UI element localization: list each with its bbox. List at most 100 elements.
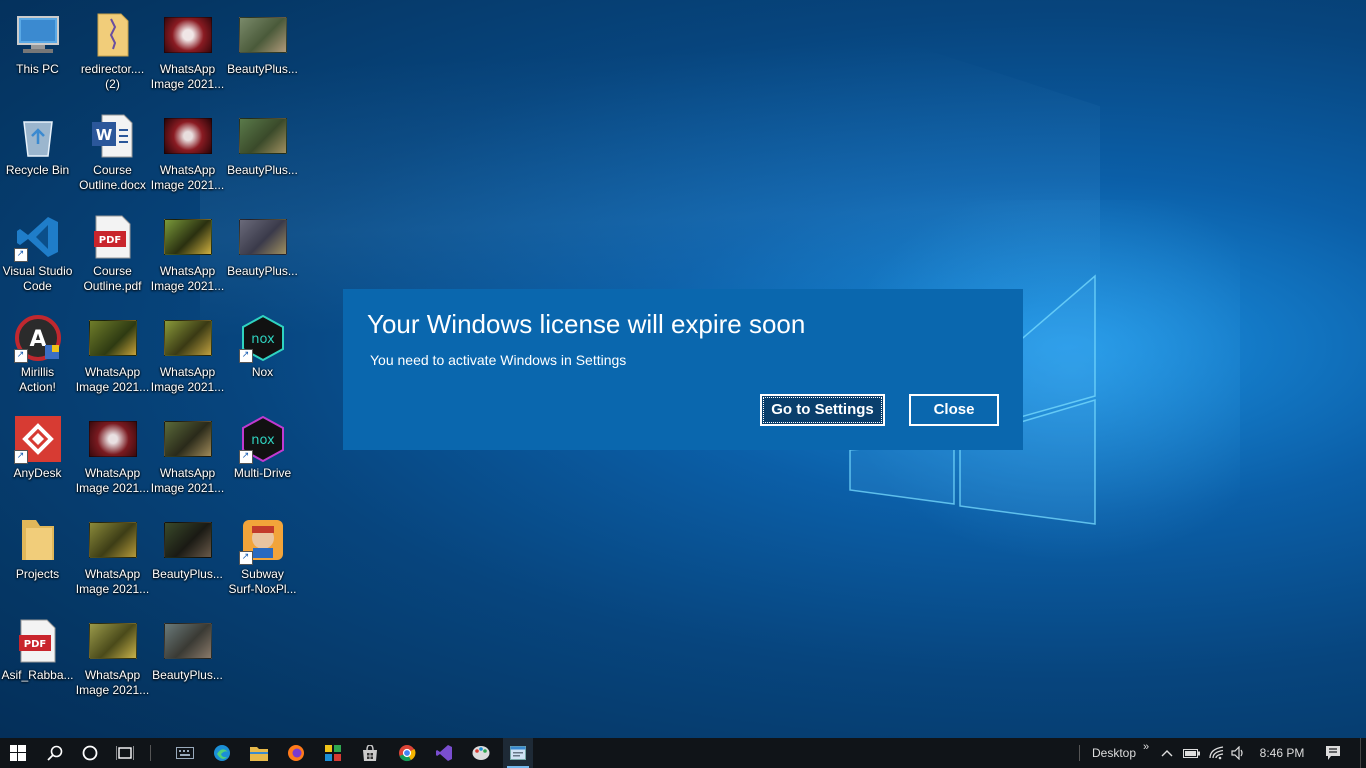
desktop-icon-redirector[interactable]: redirector.... (2) (75, 4, 150, 104)
image-thumbnail-icon (88, 618, 137, 664)
desktop-icon-label: BeautyPlus... (227, 163, 298, 177)
task-view-button[interactable] (108, 738, 142, 768)
clock[interactable]: 8:46 PM (1254, 738, 1310, 768)
desktop-icon-nox[interactable]: nox ↗ Nox (225, 307, 300, 407)
taskbar: Desktop » 8:46 PM (0, 738, 1366, 768)
desktop-icon-recycle-bin[interactable]: Recycle Bin (0, 105, 75, 205)
image-thumbnail-icon (163, 416, 212, 462)
desktop-icon-beautyplus[interactable]: BeautyPlus... (150, 509, 225, 609)
desktop-icon-course-outline-pdf[interactable]: PDF Course Outline.pdf (75, 206, 150, 306)
desktop-icon-label: BeautyPlus... (227, 264, 298, 278)
desktop-icon-whatsapp-image[interactable]: WhatsApp Image 2021... (75, 509, 150, 609)
mirillis-action-icon: A ↗ (13, 315, 62, 363)
close-button[interactable]: Close (909, 394, 999, 426)
desktop-icon-projects[interactable]: Projects (0, 509, 75, 609)
image-thumbnail-icon (238, 113, 287, 159)
computer-icon (14, 12, 62, 58)
battery-icon (1183, 749, 1200, 758)
file-explorer-button[interactable] (244, 738, 274, 768)
start-button[interactable] (0, 738, 36, 768)
pdf-icon: PDF (89, 214, 137, 260)
desktop-icon-mirillis-action[interactable]: A ↗ Mirillis Action! (0, 307, 75, 407)
desktop-icon-label: Nox (251, 365, 274, 379)
desktop-icon-beautyplus[interactable]: BeautyPlus... (225, 105, 300, 205)
desktop-icon-label: Course Outline.pdf (83, 264, 142, 293)
paint-icon (472, 746, 490, 760)
taskbar-separator (148, 738, 152, 768)
desktop-icon-label: WhatsApp Image 2021... (150, 62, 225, 91)
firefox-button[interactable] (281, 738, 311, 768)
desktop-icon-label: Asif_Rabba... (1, 668, 74, 682)
recycle-bin-icon (14, 113, 62, 159)
svg-text:nox: nox (251, 433, 275, 448)
paint-button[interactable] (466, 738, 496, 768)
desktop-icon-asif-pdf[interactable]: PDF Asif_Rabba... (0, 610, 75, 710)
active-window-button[interactable] (503, 738, 533, 768)
desktop-icon-anydesk[interactable]: ↗ AnyDesk (0, 408, 75, 508)
svg-text:nox: nox (251, 332, 275, 347)
image-thumbnail-icon (163, 315, 212, 361)
desktop-icon-vscode[interactable]: ↗ Visual Studio Code (0, 206, 75, 306)
desktop-icon-whatsapp-image[interactable]: WhatsApp Image 2021... (75, 610, 150, 710)
dialog-message: You need to activate Windows in Settings (370, 352, 627, 368)
volume-button[interactable] (1228, 738, 1250, 768)
desktop-icon-subway-surf[interactable]: ↗ Subway Surf-NoxPl... (225, 509, 300, 609)
chrome-button[interactable] (392, 738, 422, 768)
desktop-icon-whatsapp-image[interactable]: WhatsApp Image 2021... (75, 307, 150, 407)
notification-icon (1326, 746, 1340, 760)
wifi-button[interactable] (1206, 738, 1228, 768)
wifi-icon (1209, 746, 1224, 760)
svg-text:W: W (95, 126, 112, 144)
desktop-icon-label: WhatsApp Image 2021... (75, 668, 150, 697)
shortcut-arrow-icon: ↗ (238, 551, 253, 565)
desktop-icon-beautyplus[interactable]: BeautyPlus... (225, 4, 300, 104)
svg-text:PDF: PDF (98, 235, 120, 246)
battery-button[interactable] (1180, 738, 1204, 768)
show-hidden-icons-button[interactable] (1157, 738, 1177, 768)
desktop-icon-label: Mirillis Action! (19, 365, 56, 394)
edge-button[interactable] (207, 738, 237, 768)
desktop-icon-whatsapp-image[interactable]: WhatsApp Image 2021... (150, 105, 225, 205)
image-thumbnail-icon (88, 315, 137, 361)
desktop-icon-label: Recycle Bin (5, 163, 70, 177)
show-desktop-button[interactable] (1360, 738, 1366, 768)
active-window-icon (510, 746, 526, 760)
desktop-toolbar-label[interactable]: Desktop (1086, 738, 1142, 768)
go-to-settings-button[interactable]: Go to Settings (760, 394, 885, 426)
desktop-icon-multi-drive[interactable]: nox ↗ Multi-Drive (225, 408, 300, 508)
store-icon (363, 745, 377, 761)
action-center-button[interactable] (1318, 738, 1348, 768)
desktop-icon-course-outline-docx[interactable]: W Course Outline.docx (75, 105, 150, 205)
desktop-icon-whatsapp-image[interactable]: WhatsApp Image 2021... (150, 408, 225, 508)
subway-surfers-icon: ↗ (238, 517, 287, 565)
store-button[interactable] (355, 738, 385, 768)
shortcut-arrow-icon: ↗ (13, 248, 28, 262)
desktop-icon-this-pc[interactable]: This PC (0, 4, 75, 104)
toolbar-overflow-chevron[interactable]: » (1140, 732, 1152, 762)
keyboard-button[interactable] (170, 738, 200, 768)
desktop-icon-whatsapp-image[interactable]: WhatsApp Image 2021... (75, 408, 150, 508)
desktop-icon-whatsapp-image[interactable]: WhatsApp Image 2021... (150, 307, 225, 407)
file-explorer-icon (250, 747, 268, 761)
visual-studio-button[interactable] (429, 738, 459, 768)
image-thumbnail-icon (163, 214, 212, 260)
desktop-icon-label: BeautyPlus... (152, 567, 223, 581)
desktop-icon-beautyplus[interactable]: BeautyPlus... (225, 206, 300, 306)
keyboard-icon (176, 747, 194, 759)
cortana-button[interactable] (73, 738, 107, 768)
shortcut-arrow-icon: ↗ (238, 349, 253, 363)
cortana-icon (82, 745, 98, 761)
vscode-icon: ↗ (13, 214, 62, 262)
desktop-icon-whatsapp-image[interactable]: WhatsApp Image 2021... (150, 4, 225, 104)
volume-icon (1231, 746, 1243, 760)
taskbar-app-button[interactable] (318, 738, 348, 768)
desktop-icon-whatsapp-image[interactable]: WhatsApp Image 2021... (150, 206, 225, 306)
desktop-icon-label: redirector.... (2) (80, 62, 145, 91)
search-button[interactable] (38, 738, 72, 768)
word-icon: W (89, 113, 137, 159)
image-thumbnail-icon (163, 113, 212, 159)
desktop-icon-beautyplus[interactable]: BeautyPlus... (150, 610, 225, 710)
svg-text:PDF: PDF (23, 639, 45, 650)
desktop-icon-label: Subway Surf-NoxPl... (228, 567, 297, 596)
shortcut-arrow-icon: ↗ (13, 349, 28, 363)
